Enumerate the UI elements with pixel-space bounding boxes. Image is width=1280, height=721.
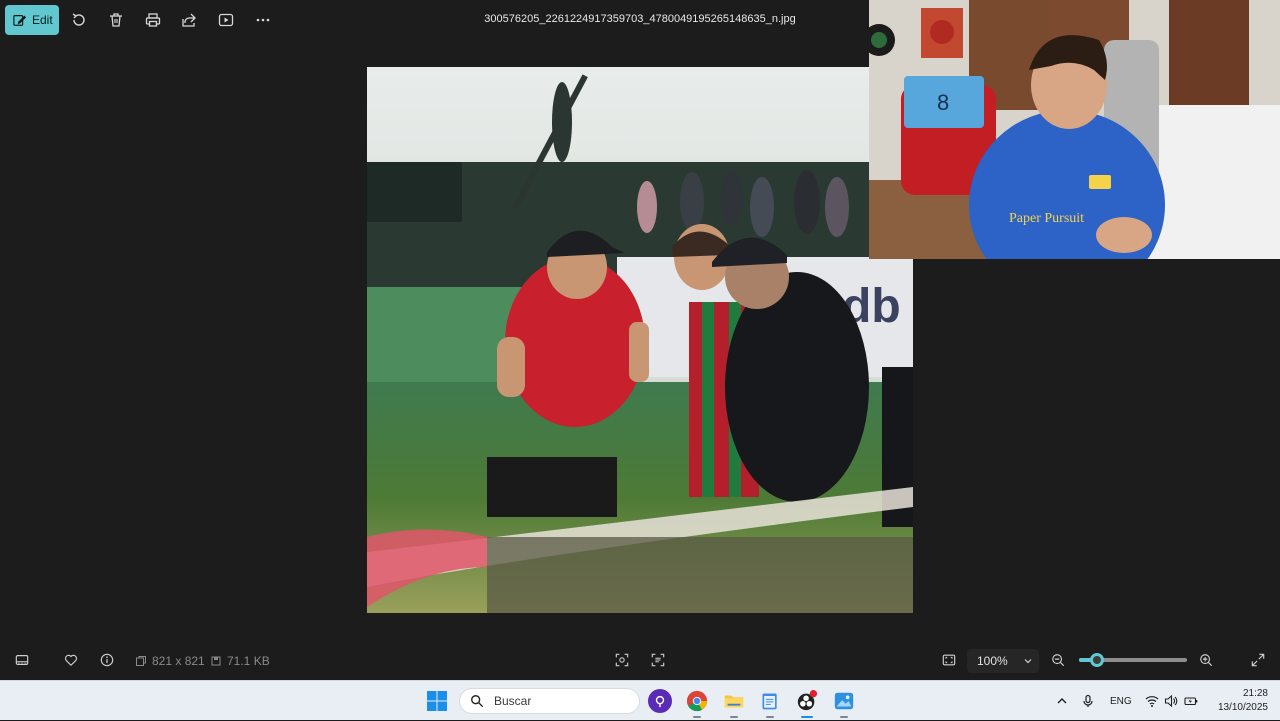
file-name-title: 300576205_2261224917359703_4780049195265… [484, 13, 796, 25]
edit-icon [13, 15, 27, 26]
chevron-down-icon [1024, 659, 1032, 664]
running-indicator [693, 716, 701, 718]
jersey-number: 8 [937, 90, 949, 115]
active-indicator [801, 716, 813, 718]
webcam-overlay: 8 Paper Pursuit [869, 0, 1280, 259]
fit-to-window-icon[interactable] [940, 652, 958, 668]
image-dimensions: 821 x 821 [136, 654, 205, 668]
photos-icon[interactable] [832, 689, 856, 718]
running-indicator [766, 716, 774, 718]
windows-start-icon[interactable] [426, 690, 448, 712]
full-screen-icon[interactable] [1249, 652, 1267, 668]
visual-search-icon[interactable] [613, 652, 631, 668]
favorite-heart-icon[interactable] [62, 652, 80, 668]
zoom-out-icon[interactable] [1049, 652, 1067, 668]
obs-icon[interactable] [795, 689, 819, 718]
photos-app-window: Edit 300576205_2261224917359703_47800491… [0, 0, 1280, 680]
show-hidden-icons-button[interactable] [1055, 681, 1069, 721]
notepad-icon[interactable] [758, 689, 782, 718]
edit-button[interactable]: Edit [5, 5, 59, 35]
slideshow-icon[interactable] [216, 10, 236, 30]
zoom-slider-thumb[interactable] [1090, 653, 1105, 667]
chrome-icon[interactable] [685, 689, 709, 718]
more-icon[interactable] [253, 10, 273, 30]
dimensions-icon [136, 656, 146, 666]
file-size-text: 71.1 KB [227, 654, 270, 668]
shirt-text: Paper Pursuit [1009, 211, 1084, 226]
taskbar-search-box[interactable]: Buscar [459, 688, 640, 714]
running-indicator [840, 716, 848, 718]
windows-taskbar: Buscar ENG 21:28 13/10/2025 [0, 680, 1280, 720]
zoom-level-text: 100% [977, 654, 1008, 668]
battery-icon[interactable] [1184, 681, 1198, 721]
file-info-icon[interactable] [98, 652, 116, 668]
volume-icon[interactable] [1164, 681, 1178, 721]
clock-date: 13/10/2025 [1217, 702, 1268, 713]
file-explorer-icon[interactable] [722, 689, 746, 718]
displayed-photo[interactable]: db [367, 67, 913, 613]
clock-time: 21:28 [1242, 688, 1268, 699]
file-size-icon [211, 656, 221, 666]
zoom-in-icon[interactable] [1197, 652, 1215, 668]
podcast-app-icon[interactable] [648, 689, 672, 713]
text-scan-icon[interactable] [649, 652, 667, 668]
filmstrip-icon[interactable] [13, 652, 31, 668]
wifi-icon[interactable] [1145, 681, 1159, 721]
edit-label: Edit [32, 13, 53, 27]
chevron-up-icon [1057, 698, 1067, 704]
share-icon[interactable] [179, 10, 199, 30]
delete-icon[interactable] [106, 10, 126, 30]
system-clock[interactable]: 21:28 13/10/2025 [1206, 687, 1268, 715]
print-icon[interactable] [143, 10, 163, 30]
dimensions-text: 821 x 821 [152, 654, 205, 668]
search-placeholder: Buscar [494, 694, 532, 708]
zoom-slider[interactable] [1079, 653, 1187, 667]
zoom-level-dropdown[interactable]: 100% [967, 649, 1039, 673]
file-size: 71.1 KB [211, 654, 270, 668]
search-icon [471, 695, 484, 708]
bottom-status-bar: 821 x 821 71.1 KB 100% [0, 640, 1280, 680]
running-indicator [730, 716, 738, 718]
rotate-icon[interactable] [69, 10, 89, 30]
microphone-icon[interactable] [1081, 681, 1095, 721]
input-language[interactable]: ENG [1110, 681, 1132, 721]
